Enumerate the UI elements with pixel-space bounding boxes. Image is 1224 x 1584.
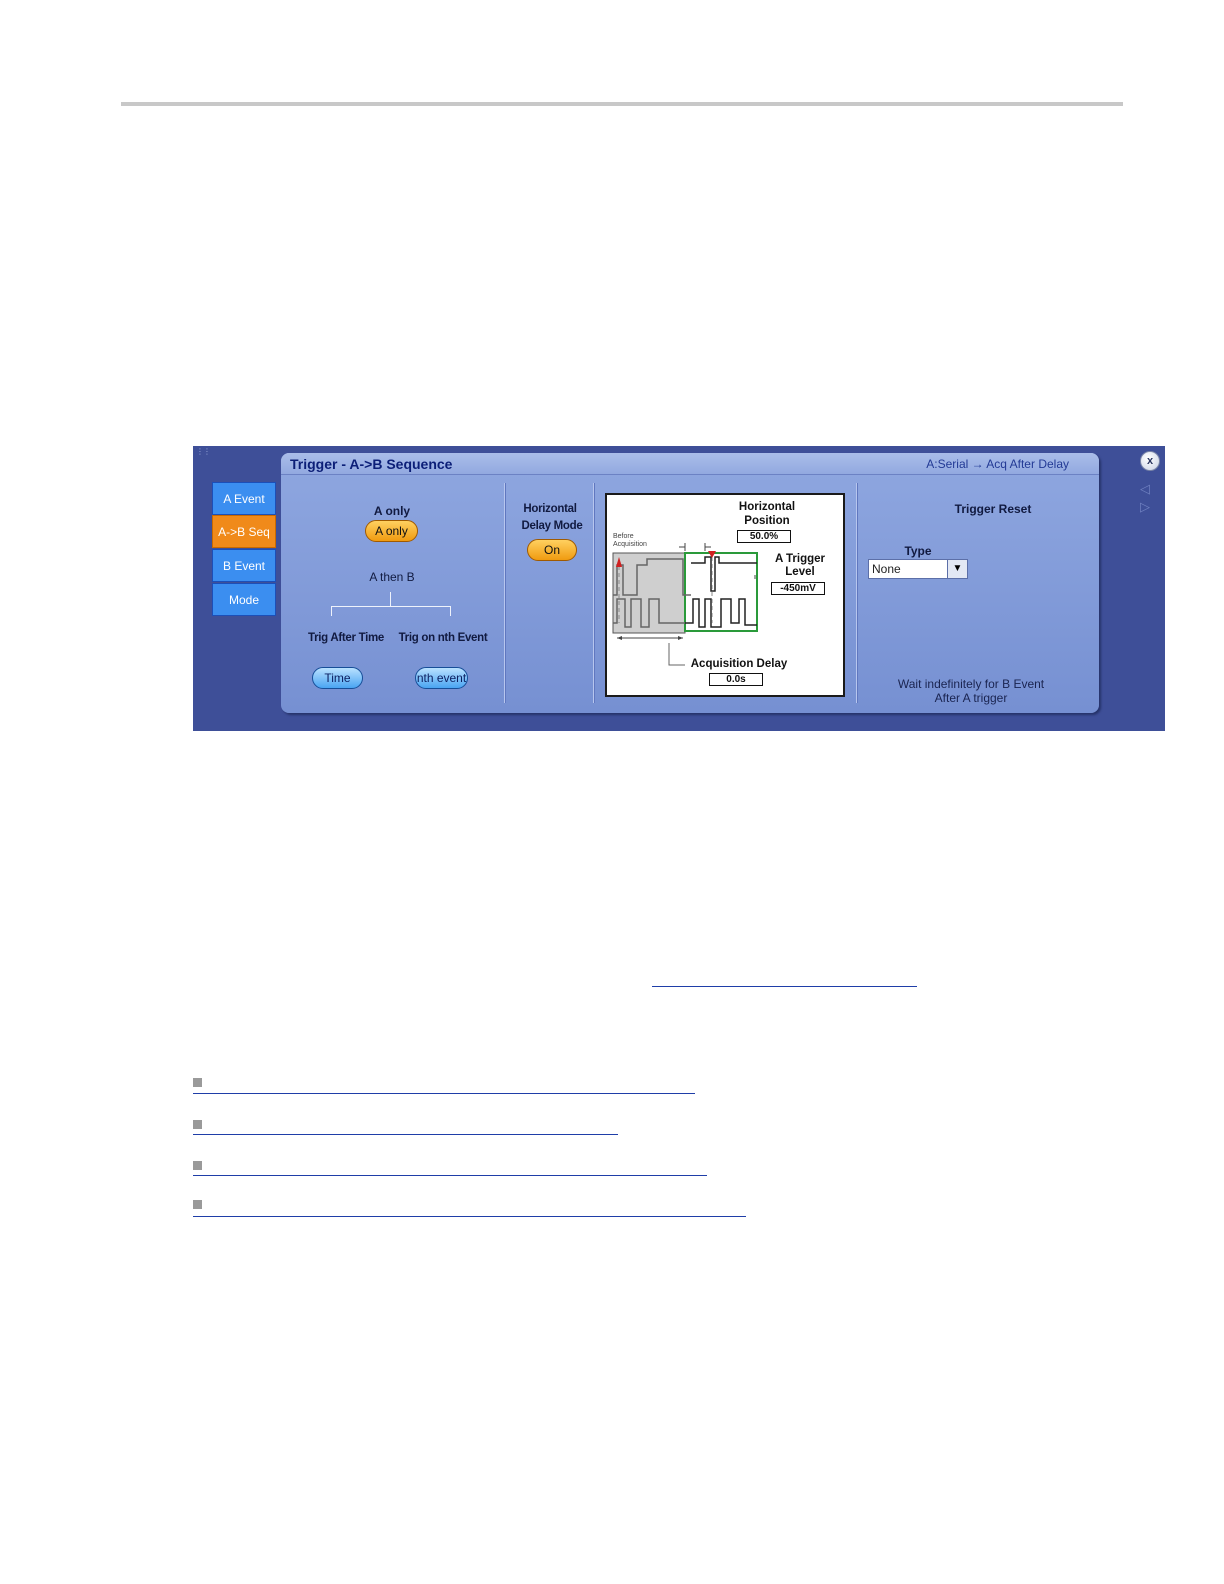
bullet-icon: [193, 1120, 202, 1129]
time-button-label: Time: [324, 671, 351, 685]
arrow-head-icon: [678, 636, 683, 640]
reset-type-select[interactable]: None ▼: [868, 559, 968, 579]
bullet-icon: [193, 1078, 202, 1087]
tab-mode[interactable]: Mode: [212, 583, 276, 616]
type-label: Type: [904, 544, 932, 558]
related-topic-link-1[interactable]: [193, 1093, 695, 1094]
acquisition-delay-label: Acquisition Delay: [690, 658, 788, 670]
tab-label: A->B Seq: [218, 524, 270, 539]
section-divider: [504, 483, 505, 703]
a-only-button-label: A only: [375, 524, 408, 538]
bullet-icon: [193, 1200, 202, 1209]
trigger-reset-message: Wait indefinitely for B Event After A tr…: [898, 677, 1044, 705]
page-header-rule: [121, 102, 1123, 106]
tab-b-event[interactable]: B Event: [212, 549, 276, 582]
inline-link[interactable]: [652, 986, 917, 987]
nth-event-button-label: nth event: [416, 671, 467, 685]
related-topic-link-2[interactable]: [193, 1134, 618, 1135]
drag-grip-icon[interactable]: ⋮⋮: [196, 448, 211, 456]
panel-title: Trigger - A->B Sequence: [290, 456, 453, 472]
bullet-icon: [193, 1161, 202, 1170]
horizontal-delay-on-button[interactable]: On: [527, 539, 577, 561]
horizontal-delay-label-line2: Delay Mode: [521, 520, 583, 532]
trigger-reset-message-line1: Wait indefinitely for B Event: [897, 677, 1045, 691]
time-button[interactable]: Time: [312, 667, 363, 689]
a-only-button[interactable]: A only: [365, 520, 418, 542]
section-divider: [856, 483, 857, 703]
trigger-status: A:Serial → Acq After Delay: [926, 457, 1069, 471]
collapse-arrow-icon[interactable]: ◁: [1140, 482, 1150, 495]
a-then-b-label: A then B: [369, 570, 415, 584]
arrow-head-icon: [617, 636, 622, 640]
trigger-reset-title: Trigger Reset: [954, 502, 1032, 516]
tree-connector: [331, 606, 451, 607]
tree-connector: [390, 592, 391, 606]
trigger-sequence-screenshot: ⋮⋮ A Event A->B Seq B Event Mode Trigger…: [193, 446, 1165, 731]
expand-arrow-icon[interactable]: ▷: [1140, 500, 1150, 513]
horizontal-delay-button-label: On: [543, 543, 560, 557]
waveform-upper-trace-after: [691, 556, 757, 592]
trig-nth-event-label: Trig on nth Event: [398, 632, 488, 644]
reset-type-value: None: [872, 562, 901, 576]
tab-label: B Event: [222, 558, 266, 573]
close-icon: x: [1146, 455, 1154, 467]
tab-label: Mode: [228, 592, 260, 607]
trigger-panel: Trigger - A->B Sequence A:Serial → Acq A…: [281, 453, 1099, 713]
related-topic-link-4[interactable]: [193, 1216, 746, 1217]
close-button[interactable]: x: [1140, 451, 1160, 471]
acquisition-delay-diagram: Horizontal Position 50.0% Before Acquisi…: [605, 493, 845, 697]
tab-a-b-seq[interactable]: A->B Seq: [212, 515, 276, 548]
acquisition-delay-value[interactable]: 0.0s: [709, 673, 763, 686]
waveform-lower-trace-after: [685, 598, 757, 628]
section-divider: [593, 483, 594, 703]
trig-after-time-label: Trig After Time: [307, 632, 385, 644]
tab-label: A Event: [223, 491, 265, 506]
related-topic-link-3[interactable]: [193, 1175, 707, 1176]
horizontal-delay-label-line1: Horizontal: [523, 503, 577, 515]
trigger-reset-message-line2: After A trigger: [934, 691, 1008, 705]
nth-event-button[interactable]: nth event: [415, 667, 468, 689]
panel-header: Trigger - A->B Sequence A:Serial → Acq A…: [281, 453, 1099, 475]
tree-connector: [450, 606, 451, 616]
dropdown-arrow-icon[interactable]: ▼: [947, 560, 967, 578]
acquisition-delay-leader: [668, 643, 685, 666]
a-only-label: A only: [373, 504, 411, 518]
tree-connector: [331, 606, 332, 616]
tab-a-event[interactable]: A Event: [212, 482, 276, 515]
